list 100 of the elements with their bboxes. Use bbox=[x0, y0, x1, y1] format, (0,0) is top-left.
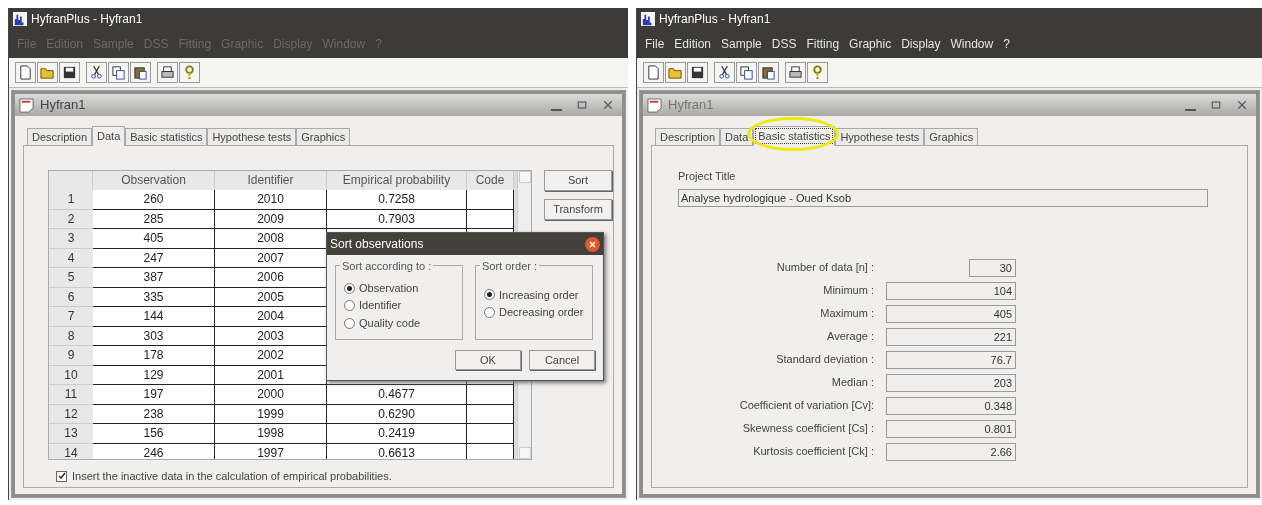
toolbar-button[interactable] bbox=[736, 62, 757, 83]
tab[interactable]: Graphics bbox=[924, 128, 979, 145]
toolbar-button[interactable] bbox=[785, 62, 806, 83]
table-cell: 0.7903 bbox=[327, 209, 467, 229]
toolbar-button[interactable] bbox=[130, 62, 151, 83]
checkbox-label: Insert the inactive data in the calculation of empirical probabilities. bbox=[72, 469, 392, 484]
radio-label: Decreasing order bbox=[499, 305, 584, 320]
menu-item[interactable]: Display bbox=[901, 35, 941, 53]
toolbar-button[interactable] bbox=[758, 62, 779, 83]
row-header: 13 bbox=[49, 424, 93, 444]
push-button[interactable]: Cancel bbox=[529, 350, 595, 370]
table-cell: 2001 bbox=[215, 365, 327, 385]
menu-item[interactable]: Window bbox=[950, 35, 994, 53]
column-header[interactable]: Code bbox=[467, 171, 514, 190]
table-cell: 2002 bbox=[215, 346, 327, 366]
value-field[interactable]: 0.801 bbox=[886, 419, 1016, 438]
radio-button[interactable] bbox=[344, 300, 355, 311]
table-cell: 247 bbox=[93, 248, 215, 268]
value-field[interactable]: 0.348 bbox=[886, 396, 1016, 415]
save-icon bbox=[62, 65, 77, 80]
radio-button[interactable] bbox=[484, 289, 495, 301]
document-icon bbox=[19, 97, 34, 113]
tab[interactable]: Hypothese tests bbox=[207, 128, 297, 145]
stat-label: Maximum : bbox=[819, 306, 874, 322]
menu-item[interactable]: Edition bbox=[674, 35, 712, 53]
menu-item[interactable]: Fitting bbox=[806, 35, 840, 53]
menu-item[interactable]: DSS bbox=[771, 35, 797, 53]
value-field[interactable]: 203 bbox=[886, 373, 1016, 392]
printer-icon bbox=[788, 65, 803, 80]
tab[interactable]: Basic statistics bbox=[753, 126, 836, 146]
column-header[interactable]: Observation bbox=[93, 171, 215, 190]
save-icon bbox=[690, 65, 705, 80]
menu-item[interactable]: ? bbox=[1003, 35, 1010, 53]
tab[interactable]: Description bbox=[27, 128, 93, 145]
restore-icon bbox=[1210, 99, 1222, 111]
table-cell: 2003 bbox=[215, 326, 327, 346]
table-cell: 144 bbox=[93, 307, 215, 327]
toolbar-button[interactable] bbox=[86, 62, 107, 83]
menu-item[interactable]: File bbox=[645, 35, 665, 53]
copy-icon bbox=[739, 65, 754, 80]
column-header[interactable]: Identifier bbox=[215, 171, 327, 190]
table-cell: 2009 bbox=[215, 209, 327, 229]
stat-label: Skewness coefficient [Cs] : bbox=[741, 421, 874, 437]
value-field[interactable]: 104 bbox=[886, 281, 1016, 300]
value-field[interactable]: 2.66 bbox=[886, 442, 1016, 461]
table-cell: 0.4677 bbox=[327, 385, 467, 405]
push-button[interactable]: Sort bbox=[544, 170, 612, 191]
table-cell: 156 bbox=[93, 424, 215, 444]
push-button[interactable]: Transform bbox=[544, 199, 612, 220]
toolbar-button[interactable] bbox=[687, 62, 708, 83]
tab[interactable]: Basic statistics bbox=[125, 128, 208, 145]
value-field[interactable]: 30 bbox=[969, 258, 1016, 277]
document-title: Hyfran1 bbox=[668, 96, 714, 115]
stat-label: Minimum : bbox=[822, 283, 874, 299]
stat-label: Kurtosis coefficient [Ck] : bbox=[752, 444, 874, 460]
new-file-icon bbox=[18, 65, 33, 80]
paste-icon bbox=[761, 65, 776, 80]
stat-label: Median : bbox=[830, 375, 874, 391]
toolbar-button[interactable] bbox=[714, 62, 735, 83]
menu-item[interactable]: Graphic bbox=[849, 35, 892, 53]
toolbar-button[interactable] bbox=[108, 62, 129, 83]
column-header[interactable]: Empirical probability bbox=[327, 171, 467, 190]
tab[interactable]: Data bbox=[92, 126, 126, 146]
radio-button[interactable] bbox=[344, 317, 355, 329]
table-cell: 1998 bbox=[215, 424, 327, 444]
window-title: HyfranPlus - Hyfran1 bbox=[659, 11, 771, 28]
menu-item[interactable]: Sample bbox=[721, 35, 762, 53]
table-cell: 285 bbox=[93, 209, 215, 229]
tab[interactable]: Hypothese tests bbox=[835, 128, 925, 145]
value-field[interactable]: 405 bbox=[886, 304, 1016, 323]
row-header: 7 bbox=[49, 307, 93, 327]
row-header: 12 bbox=[49, 404, 93, 424]
close-icon[interactable] bbox=[585, 236, 600, 252]
document-icon bbox=[647, 97, 662, 113]
toolbar-button[interactable] bbox=[157, 62, 178, 83]
stat-label: Standard deviation : bbox=[775, 352, 874, 368]
minimize-icon bbox=[551, 109, 562, 111]
value-field[interactable]: 76.7 bbox=[886, 350, 1016, 369]
tab[interactable]: Graphics bbox=[296, 128, 351, 145]
text-field[interactable]: Analyse hydrologique - Oued Ksob bbox=[678, 188, 1208, 207]
help-icon bbox=[810, 65, 825, 80]
push-button[interactable]: OK bbox=[455, 350, 521, 370]
tab[interactable]: Data bbox=[720, 128, 754, 145]
tab[interactable]: Description bbox=[655, 128, 721, 145]
close-icon bbox=[602, 99, 614, 111]
app-logo-icon bbox=[13, 12, 27, 26]
row-header: 4 bbox=[49, 248, 93, 268]
radio-button[interactable] bbox=[344, 282, 355, 294]
row-header: 1 bbox=[49, 190, 93, 210]
dialog-title: Sort observations bbox=[330, 236, 424, 253]
checkbox[interactable] bbox=[56, 470, 67, 482]
value-field[interactable]: 221 bbox=[886, 327, 1016, 346]
stat-label: Coefficient of variation [Cv]: bbox=[738, 398, 874, 414]
open-folder-icon bbox=[40, 65, 55, 80]
radio-button[interactable] bbox=[484, 306, 495, 318]
radio-label: Identifier bbox=[359, 298, 402, 314]
row-header: 5 bbox=[49, 268, 93, 288]
toolbar-button[interactable] bbox=[59, 62, 80, 83]
row-header: 6 bbox=[49, 287, 93, 307]
table-cell: 2000 bbox=[215, 385, 327, 405]
